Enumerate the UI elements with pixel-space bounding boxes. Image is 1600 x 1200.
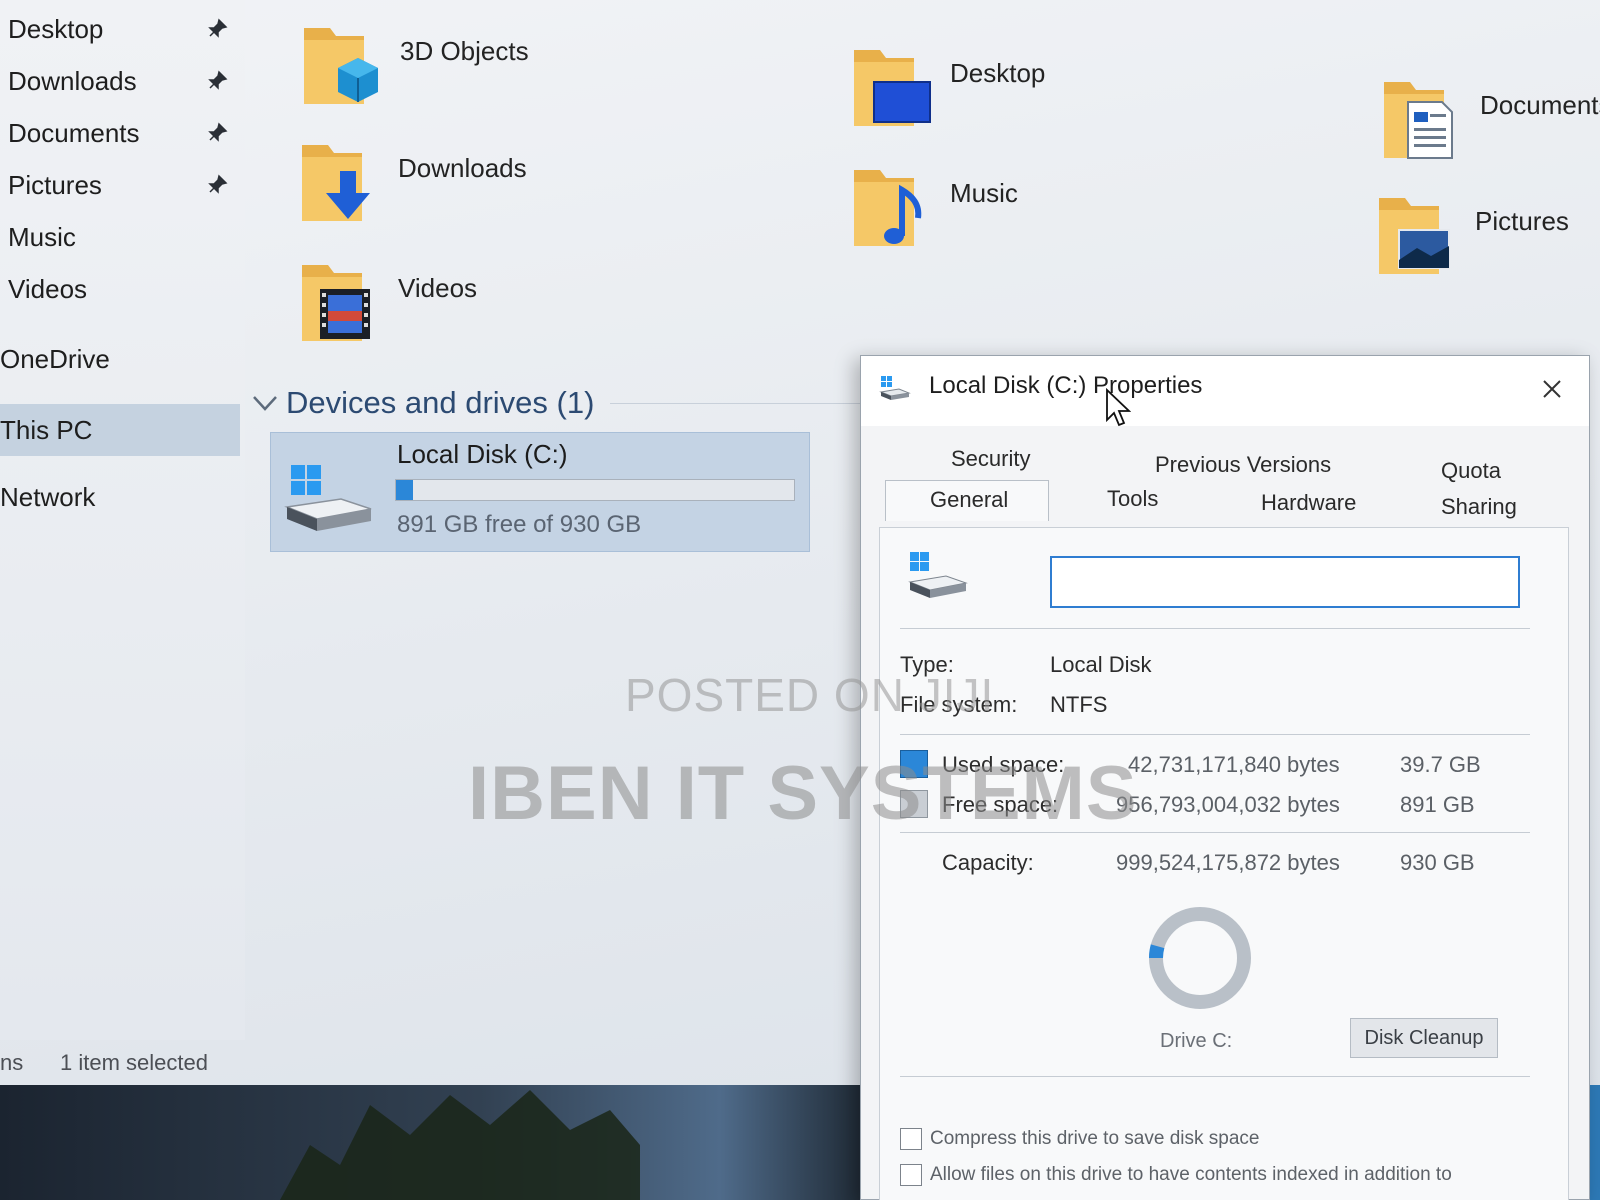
- drive-c-label: Drive C:: [1160, 1030, 1233, 1052]
- type-value: Local Disk: [1050, 652, 1152, 677]
- pin-icon: [208, 122, 228, 142]
- watermark-company: IBEN IT SYSTEMS: [468, 751, 1138, 836]
- tab-strip: Security Previous Versions Quota General…: [879, 438, 1569, 528]
- nav-item-label: Desktop: [8, 13, 104, 44]
- folder-3d-objects-icon: [304, 28, 378, 104]
- folder-music[interactable]: Music: [850, 160, 1270, 260]
- folder-documents[interactable]: Documents: [1380, 72, 1600, 172]
- close-icon: [1543, 380, 1561, 398]
- status-bar: ns 1 item selected: [0, 1040, 860, 1085]
- folder-label: Documents: [1480, 90, 1600, 120]
- hard-drive-icon: [908, 552, 968, 598]
- disk-cleanup-button[interactable]: Disk Cleanup: [1350, 1018, 1498, 1058]
- index-checkbox[interactable]: [900, 1164, 922, 1186]
- nav-item-downloads[interactable]: Downloads: [0, 58, 240, 104]
- tab-previous-versions[interactable]: Previous Versions: [1155, 452, 1331, 478]
- divider: [900, 734, 1530, 735]
- folder-videos-icon: [302, 265, 370, 341]
- dialog-titlebar[interactable]: Local Disk (C:) Properties: [861, 356, 1589, 426]
- nav-item-label: Videos: [8, 273, 88, 304]
- ring-free-arc: [1149, 907, 1251, 1009]
- nav-item-label: Downloads: [8, 65, 137, 96]
- nav-item-documents[interactable]: Documents: [0, 110, 240, 156]
- folder-3d-objects[interactable]: 3D Objects: [300, 18, 720, 118]
- folder-documents-icon: [1384, 82, 1453, 159]
- folder-downloads-icon: [302, 145, 370, 221]
- watermark-posted: POSTED ON JIJI: [625, 669, 995, 721]
- status-items-count: ns: [0, 1049, 24, 1075]
- tree-silhouette: [280, 1090, 640, 1200]
- drive-usage-bar: [395, 479, 795, 501]
- divider: [900, 628, 1530, 629]
- tab-sharing[interactable]: Sharing: [1441, 494, 1517, 520]
- pin-icon: [208, 70, 228, 90]
- drive-tile-local-disk-c[interactable]: Local Disk (C:) 891 GB free of 930 GB: [270, 432, 810, 552]
- folder-desktop[interactable]: Desktop: [850, 40, 1270, 140]
- nav-item-pictures[interactable]: Pictures: [0, 162, 240, 208]
- folder-label: Desktop: [950, 58, 1046, 88]
- capacity-gb: 930 GB: [1400, 850, 1475, 875]
- folder-videos[interactable]: Videos: [298, 255, 718, 355]
- nav-item-desktop[interactable]: Desktop: [0, 6, 240, 52]
- section-title: Devices and drives (1): [286, 385, 595, 420]
- volume-label-input[interactable]: [1050, 556, 1520, 608]
- nav-item-label: Network: [0, 481, 96, 512]
- tab-security[interactable]: Security: [951, 446, 1030, 472]
- drive-free-text: 891 GB free of 930 GB: [397, 511, 642, 538]
- dialog-title: Local Disk (C:) Properties: [929, 372, 1203, 399]
- disk-usage-ring: [1149, 907, 1251, 1009]
- nav-item-videos[interactable]: Videos: [0, 266, 240, 312]
- devices-and-drives-header[interactable]: Devices and drives (1): [250, 378, 870, 428]
- nav-item-network[interactable]: Network: [0, 474, 240, 520]
- nav-item-label: Pictures: [8, 169, 102, 200]
- nav-item-label: OneDrive: [0, 343, 110, 374]
- mouse-cursor-icon: [1106, 388, 1131, 427]
- tab-general[interactable]: General: [885, 480, 1050, 521]
- close-button[interactable]: [1529, 366, 1575, 412]
- compress-label: Compress this drive to save disk space: [930, 1128, 1260, 1149]
- nav-item-onedrive[interactable]: OneDrive: [0, 336, 240, 382]
- tab-hardware[interactable]: Hardware: [1261, 490, 1356, 516]
- tab-tools[interactable]: Tools: [1107, 486, 1158, 512]
- free-space-gb: 891 GB: [1400, 792, 1475, 817]
- folder-pictures-icon: [1379, 198, 1450, 274]
- general-tab-page: Type: Local Disk File system: NTFS Used …: [879, 528, 1569, 1200]
- folder-desktop-icon: [854, 50, 931, 126]
- compress-checkbox[interactable]: [900, 1128, 922, 1150]
- folder-downloads[interactable]: Downloads: [298, 135, 718, 235]
- nav-item-label: Music: [8, 221, 76, 252]
- nav-item-label: Documents: [8, 117, 140, 148]
- file-system-value: NTFS: [1050, 692, 1108, 717]
- nav-item-label: This PC: [0, 414, 93, 445]
- used-space-bytes: 42,731,171,840 bytes: [1128, 752, 1340, 777]
- folder-label: Videos: [398, 273, 478, 303]
- chevron-down-icon: [253, 396, 277, 411]
- used-space-gb: 39.7 GB: [1400, 752, 1481, 777]
- pin-icon: [208, 18, 228, 38]
- index-drive-option[interactable]: Allow files on this drive to have conten…: [900, 1164, 1452, 1186]
- folder-label: 3D Objects: [400, 36, 529, 66]
- drive-icon: [879, 376, 911, 400]
- divider: [900, 1076, 1530, 1077]
- free-space-bytes: 956,793,004,032 bytes: [1116, 792, 1340, 817]
- folder-pictures[interactable]: Pictures: [1375, 188, 1590, 288]
- drive-name: Local Disk (C:): [397, 439, 568, 469]
- compress-drive-option[interactable]: Compress this drive to save disk space: [900, 1128, 1259, 1150]
- capacity-label: Capacity:: [942, 850, 1034, 875]
- nav-item-music[interactable]: Music: [0, 214, 240, 260]
- drive-usage-fill: [396, 480, 414, 500]
- capacity-bytes: 999,524,175,872 bytes: [1116, 850, 1340, 875]
- nav-item-this-pc[interactable]: This PC: [0, 404, 240, 456]
- folder-label: Pictures: [1475, 206, 1569, 236]
- navigation-pane: Desktop Downloads Documents Pictures Mus…: [0, 0, 245, 1040]
- section-divider: [610, 402, 870, 404]
- folder-label: Downloads: [398, 153, 527, 183]
- hard-drive-icon: [284, 465, 372, 531]
- index-label: Allow files on this drive to have conten…: [930, 1164, 1452, 1185]
- status-selection: 1 item selected: [60, 1049, 208, 1075]
- pin-icon: [208, 174, 228, 194]
- tab-quota[interactable]: Quota: [1441, 458, 1501, 484]
- folder-music-icon: [854, 170, 922, 246]
- folder-label: Music: [950, 178, 1018, 208]
